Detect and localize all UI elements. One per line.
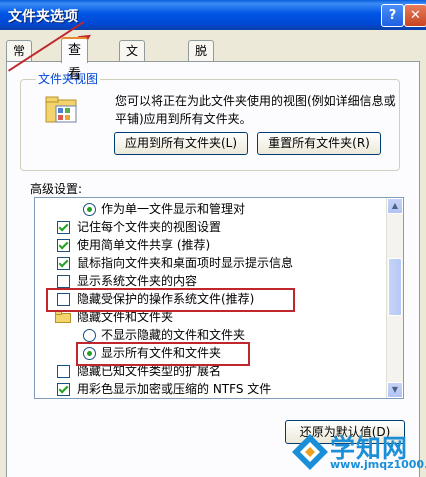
window-title: 文件夹选项 <box>8 9 78 25</box>
checkbox[interactable] <box>57 383 70 396</box>
checkbox[interactable] <box>57 275 70 288</box>
scroll-down-arrow-icon[interactable]: ▼ <box>387 382 403 398</box>
tab-file-types[interactable]: 文件类型 <box>119 40 146 118</box>
list-item-label: 记住每个文件夹的视图设置 <box>77 220 222 234</box>
highlight-show-all-files <box>76 342 250 366</box>
list-item-label: 使用简单文件共享 (推荐) <box>77 238 211 252</box>
title-bar[interactable]: 文件夹选项 ? ✕ <box>0 0 426 30</box>
folder-options-dialog: 文件夹选项 ? ✕ 常规 查看 文件类型 脱机文件 文件夹视图 您可以将正在为此… <box>0 0 426 477</box>
watermark: 学知网 www.jmqz1000.com <box>290 428 426 477</box>
list-item-label: 用彩色显示加密或压缩的 NTFS 文件 <box>77 382 272 396</box>
folder-views-icon <box>45 96 77 123</box>
tab-offline-files[interactable]: 脱机文件 <box>188 40 215 118</box>
radio-button[interactable] <box>83 203 96 216</box>
apply-to-all-folders-button[interactable]: 应用到所有文件夹(L) <box>114 132 248 155</box>
list-item-label: 鼠标指向文件夹和桌面项时显示提示信息 <box>77 256 294 270</box>
list-item-label: 作为单一文件显示和管理对 <box>101 202 246 216</box>
watermark-url: www.jmqz1000.com <box>330 458 426 471</box>
highlight-hide-protected-files <box>46 288 295 312</box>
advanced-settings-label: 高级设置: <box>30 182 83 196</box>
checkbox[interactable] <box>57 221 70 234</box>
checkbox[interactable] <box>57 365 70 378</box>
watermark-logo-icon <box>292 434 328 470</box>
checkbox[interactable] <box>57 257 70 270</box>
reset-all-folders-button[interactable]: 重置所有文件夹(R) <box>257 132 381 155</box>
radio-button[interactable] <box>83 329 96 342</box>
scroll-thumb[interactable] <box>388 258 402 316</box>
scroll-up-arrow-icon[interactable]: ▲ <box>387 198 403 214</box>
vertical-scrollbar[interactable]: ▲ ▼ <box>386 198 403 398</box>
checkbox[interactable] <box>57 239 70 252</box>
tab-view[interactable]: 查看 <box>61 37 89 82</box>
close-button[interactable]: ✕ <box>404 4 426 27</box>
folder-views-description: 您可以将正在为此文件夹使用的视图(例如详细信息或平铺)应用到所有文件夹。 <box>115 94 396 126</box>
folder-icon <box>55 311 71 323</box>
help-button[interactable]: ? <box>381 4 404 27</box>
